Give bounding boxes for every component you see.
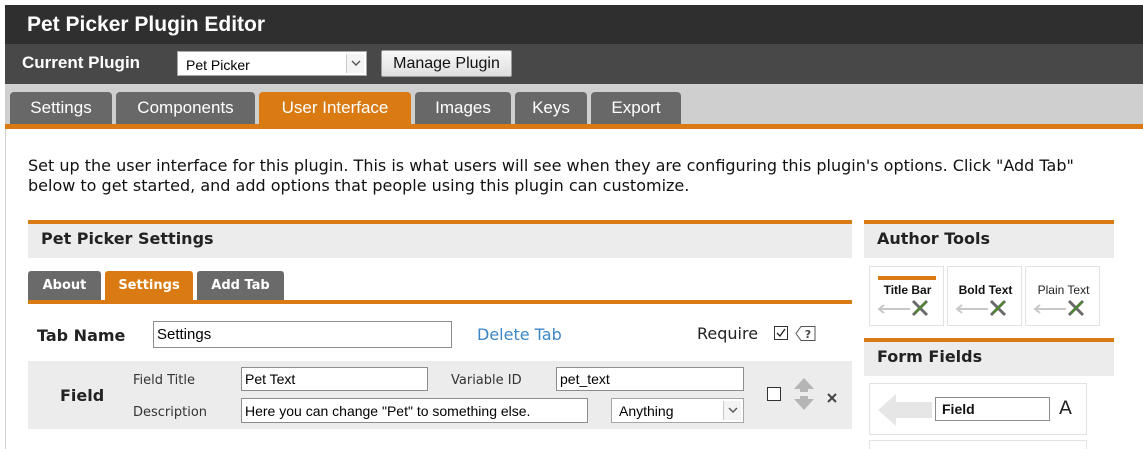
field-label: Field bbox=[60, 386, 105, 405]
delete-tab-link[interactable]: Delete Tab bbox=[477, 325, 562, 344]
plugin-select[interactable]: Pet Picker bbox=[177, 51, 367, 76]
subtab-underline bbox=[28, 300, 852, 304]
author-tools-title: Author Tools bbox=[877, 229, 991, 248]
tab-name-label: Tab Name bbox=[37, 326, 126, 345]
require-label: Require bbox=[697, 324, 759, 343]
tab-name-input[interactable] bbox=[153, 321, 452, 348]
description-label: Description bbox=[133, 405, 208, 420]
tool-title-bar[interactable]: Title Bar bbox=[869, 266, 944, 326]
tab-components[interactable]: Components bbox=[116, 92, 255, 124]
tool-plain-text-label: Plain Text bbox=[1037, 283, 1090, 297]
form-fields-title: Form Fields bbox=[877, 347, 983, 366]
variable-id-label: Variable ID bbox=[451, 373, 522, 388]
require-checkbox[interactable] bbox=[774, 326, 788, 340]
chevron-down-icon[interactable] bbox=[346, 54, 364, 73]
current-plugin-label: Current Plugin bbox=[22, 53, 141, 72]
tab-images[interactable]: Images bbox=[415, 92, 511, 124]
close-icon[interactable] bbox=[826, 389, 838, 403]
tool-plain-text[interactable]: Plain Text bbox=[1025, 266, 1100, 326]
tab-keys[interactable]: Keys bbox=[515, 92, 587, 124]
field-select-checkbox[interactable] bbox=[767, 387, 781, 401]
settings-panel-header: Pet Picker Settings bbox=[28, 224, 852, 258]
field-title-label: Field Title bbox=[133, 373, 195, 388]
help-tag-icon[interactable]: ? bbox=[795, 325, 816, 342]
title-bar: Pet Picker Plugin Editor bbox=[5, 5, 1143, 44]
svg-text:?: ? bbox=[805, 328, 811, 341]
tab-underline bbox=[5, 124, 1143, 129]
description-input[interactable] bbox=[241, 398, 588, 423]
form-field-next[interactable] bbox=[869, 440, 1087, 449]
move-updown-icon[interactable] bbox=[793, 378, 815, 410]
tab-user-interface[interactable]: User Interface bbox=[259, 92, 411, 124]
plugin-select-value: Pet Picker bbox=[186, 57, 250, 73]
variable-id-input[interactable] bbox=[556, 367, 744, 391]
form-field-preview-input: Field bbox=[935, 397, 1050, 421]
field-title-input[interactable] bbox=[241, 367, 428, 391]
intro-text: Set up the user interface for this plugi… bbox=[28, 156, 1074, 195]
settings-panel-title: Pet Picker Settings bbox=[41, 229, 214, 248]
tool-bold-text[interactable]: Bold Text bbox=[947, 266, 1022, 326]
chevron-down-icon[interactable] bbox=[723, 401, 741, 420]
plugin-bar: Current Plugin Pet Picker Manage Plugin bbox=[5, 44, 1143, 84]
field-type-select[interactable]: Anything bbox=[611, 398, 744, 423]
tool-title-bar-label: Title Bar bbox=[883, 283, 932, 297]
tab-export[interactable]: Export bbox=[591, 92, 681, 124]
subtab-about[interactable]: About bbox=[28, 271, 101, 300]
subtab-settings[interactable]: Settings bbox=[105, 271, 193, 300]
form-field-text[interactable]: Field A bbox=[869, 383, 1087, 435]
form-field-label: Field bbox=[942, 401, 975, 417]
field-type-value: Anything bbox=[619, 403, 674, 419]
add-tab-button[interactable]: Add Tab bbox=[197, 271, 284, 300]
text-glyph-icon: A bbox=[1059, 397, 1072, 419]
tool-bold-text-label: Bold Text bbox=[958, 283, 1013, 297]
manage-plugin-button[interactable]: Manage Plugin bbox=[381, 50, 512, 77]
author-tools-header: Author Tools bbox=[864, 224, 1114, 258]
app-title: Pet Picker Plugin Editor bbox=[27, 13, 266, 36]
tab-settings[interactable]: Settings bbox=[10, 92, 112, 124]
form-fields-header: Form Fields bbox=[864, 342, 1114, 376]
